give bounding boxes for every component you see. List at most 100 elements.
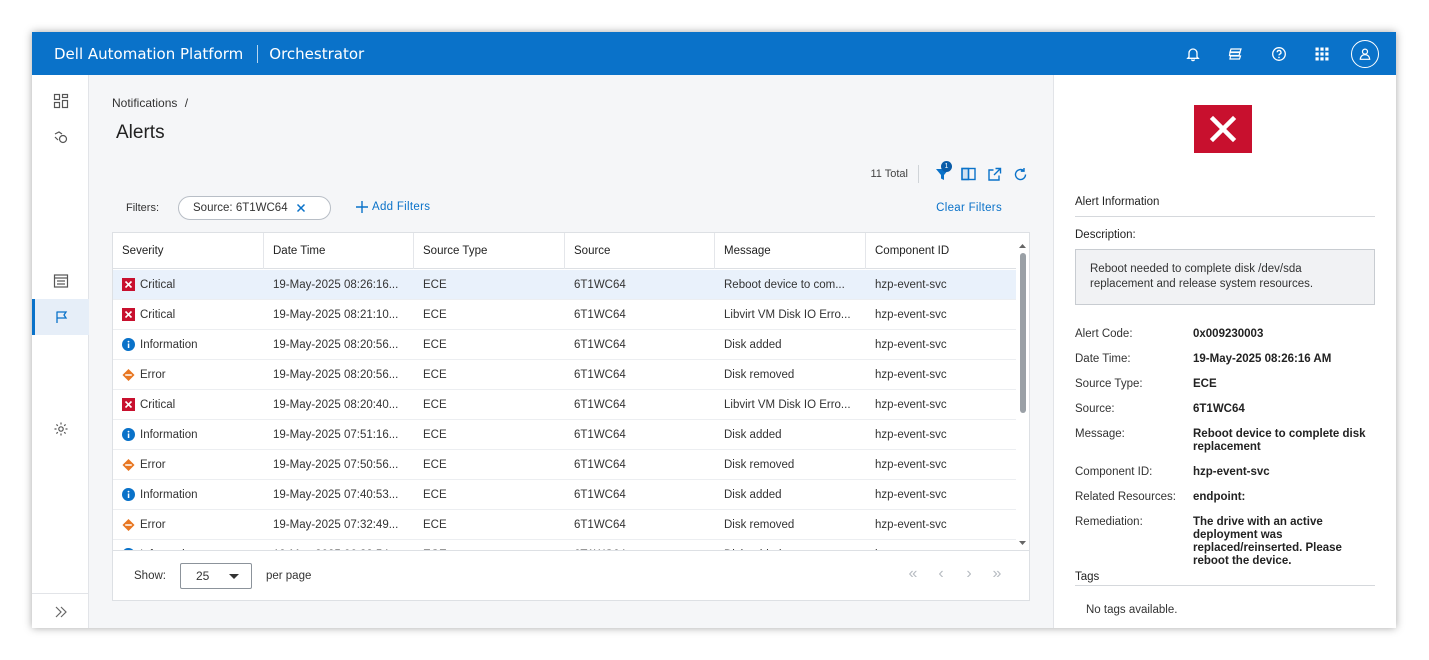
messages-icon[interactable] (1214, 32, 1257, 75)
expand-chevrons-icon[interactable] (32, 593, 89, 628)
settings-icon[interactable] (32, 411, 89, 447)
table-row[interactable]: Critical 19-May-2025 08:21:10... ECE 6T1WC6… (113, 300, 1016, 330)
table-header: Severity Date Time Source Type Source Messag… (113, 233, 1016, 269)
bell-icon[interactable] (1171, 32, 1214, 75)
add-filters-label: Add Filters (372, 201, 431, 213)
avatar (1350, 39, 1379, 68)
add-filters-button[interactable]: Add Filters (355, 200, 430, 214)
field-value: 0x009230003 (1193, 328, 1264, 340)
breadcrumb-notifications[interactable]: Notifications (112, 96, 177, 110)
apps-grid-icon[interactable] (1300, 32, 1343, 75)
datetime-cell: 19-May-2025 08:20:56... (273, 338, 399, 351)
column-header[interactable]: Date Time (264, 233, 414, 269)
table-row[interactable]: Critical 19-May-2025 08:26:16... ECE 6T1WC6… (113, 270, 1016, 300)
message-cell: Reboot device to com... (724, 278, 845, 291)
source-cell: 6T1WC64 (574, 368, 626, 381)
total-count: 11 Total (870, 168, 908, 180)
dashboard-icon[interactable] (32, 83, 89, 119)
severity-cell: Error (113, 518, 264, 531)
help-icon[interactable] (1257, 32, 1300, 75)
source-type-cell: ECE (423, 428, 447, 441)
error-icon (122, 518, 135, 531)
source-cell: 6T1WC64 (574, 518, 626, 531)
table-row[interactable]: Information 19-May-2025 07:51:16... ECE 6T1… (113, 420, 1016, 450)
notifications-flag-icon[interactable] (32, 299, 89, 335)
tags-divider (1075, 585, 1375, 586)
source-cell: 6T1WC64 (574, 398, 626, 411)
severity-label: Error (140, 518, 166, 531)
severity-label: Information (140, 428, 198, 441)
source-type-cell: ECE (423, 278, 447, 291)
field-value: Reboot device to complete disk replaceme… (1193, 428, 1366, 453)
columns-icon[interactable] (955, 163, 981, 185)
brand-divider (257, 44, 259, 63)
scroll-thumb[interactable] (1020, 253, 1026, 413)
refresh-icon[interactable] (1007, 163, 1033, 185)
last-page-icon[interactable]: » (983, 565, 1011, 583)
filter-chip[interactable]: Source: 6T1WC64 (178, 196, 331, 220)
field-label: Message: (1075, 428, 1125, 440)
first-page-icon[interactable]: « (899, 565, 927, 583)
alert-field: Related Resources: endpoint: (1075, 491, 1375, 504)
table-row[interactable]: Error 19-May-2025 07:50:56... ECE 6T1WC64 Di… (113, 450, 1016, 480)
export-icon[interactable] (981, 163, 1007, 185)
message-cell: Disk removed (724, 518, 795, 531)
filter-count-badge: 1 (941, 161, 952, 172)
plus-icon (356, 201, 368, 213)
datetime-cell: 19-May-2025 08:20:40... (273, 398, 399, 411)
message-cell: Disk added (724, 428, 782, 441)
table-row[interactable]: Critical 19-May-2025 08:20:40... ECE 6T1WC6… (113, 390, 1016, 420)
page-size-select[interactable]: 25 (179, 562, 252, 589)
column-header[interactable]: Source Type (414, 233, 565, 269)
information-icon (122, 488, 135, 501)
message-cell: Libvirt VM Disk IO Erro... (724, 308, 851, 321)
field-value: The drive with an active deployment was … (1193, 516, 1342, 567)
description-box: Reboot needed to complete disk /dev/sda … (1075, 249, 1375, 305)
table-row[interactable]: Error 19-May-2025 08:20:56... ECE 6T1WC64 Di… (113, 360, 1016, 390)
column-header[interactable]: Source (565, 233, 715, 269)
no-tags-text: No tags available. (1086, 604, 1178, 616)
table-row[interactable]: Information 19-May-2025 07:40:53... ECE 6T1… (113, 480, 1016, 510)
breadcrumb-separator: / (184, 96, 189, 110)
table-scrollbar[interactable] (1018, 237, 1027, 549)
critical-icon (122, 278, 135, 291)
column-header[interactable]: Severity (113, 233, 264, 269)
catalog-icon[interactable] (32, 263, 89, 299)
integrations-icon[interactable] (32, 119, 89, 155)
critical-icon (122, 308, 135, 321)
field-value: endpoint: (1193, 491, 1246, 503)
caret-down-icon (228, 573, 239, 579)
next-page-icon[interactable]: › (955, 565, 983, 583)
field-label: Source Type: (1075, 378, 1143, 390)
column-header[interactable]: Component ID (866, 233, 1016, 269)
source-type-cell: ECE (423, 368, 447, 381)
alert-information-heading: Alert Information (1075, 196, 1160, 208)
toolbar-divider (918, 165, 919, 183)
message-cell: Disk removed (724, 368, 795, 381)
column-header[interactable]: Message (715, 233, 866, 269)
source-cell: 6T1WC64 (574, 488, 626, 501)
message-cell: Libvirt VM Disk IO Erro... (724, 398, 851, 411)
close-icon[interactable] (296, 203, 306, 213)
error-icon (122, 368, 135, 381)
prev-page-icon[interactable]: ‹ (927, 565, 955, 583)
table-row[interactable]: Information 19-May-2025 08:20:56... ECE 6T1… (113, 330, 1016, 360)
message-cell: Disk removed (724, 458, 795, 471)
datetime-cell: 19-May-2025 08:26:16... (273, 278, 399, 291)
severity-cell: Information (113, 428, 264, 441)
per-page-label: per page (265, 569, 312, 582)
clear-filters-button[interactable]: Clear Filters (936, 202, 1002, 214)
scroll-up-icon[interactable] (1018, 242, 1027, 250)
source-cell: 6T1WC64 (574, 428, 626, 441)
user-avatar-icon[interactable] (1343, 32, 1386, 75)
heading-divider (1075, 216, 1375, 217)
table-row[interactable]: Error 19-May-2025 07:32:49... ECE 6T1WC64 Di… (113, 510, 1016, 540)
alert-detail-panel: Alert Information Description: Reboot ne… (1053, 75, 1396, 628)
datetime-cell: 19-May-2025 08:21:10... (273, 308, 399, 321)
filter-icon[interactable]: 1 (929, 161, 955, 185)
brand-name: Dell Automation Platform (54, 44, 244, 63)
error-icon (122, 458, 135, 471)
component-cell: hzp-event-svc (875, 278, 947, 291)
source-cell: 6T1WC64 (574, 278, 626, 291)
scroll-down-icon[interactable] (1018, 539, 1027, 547)
